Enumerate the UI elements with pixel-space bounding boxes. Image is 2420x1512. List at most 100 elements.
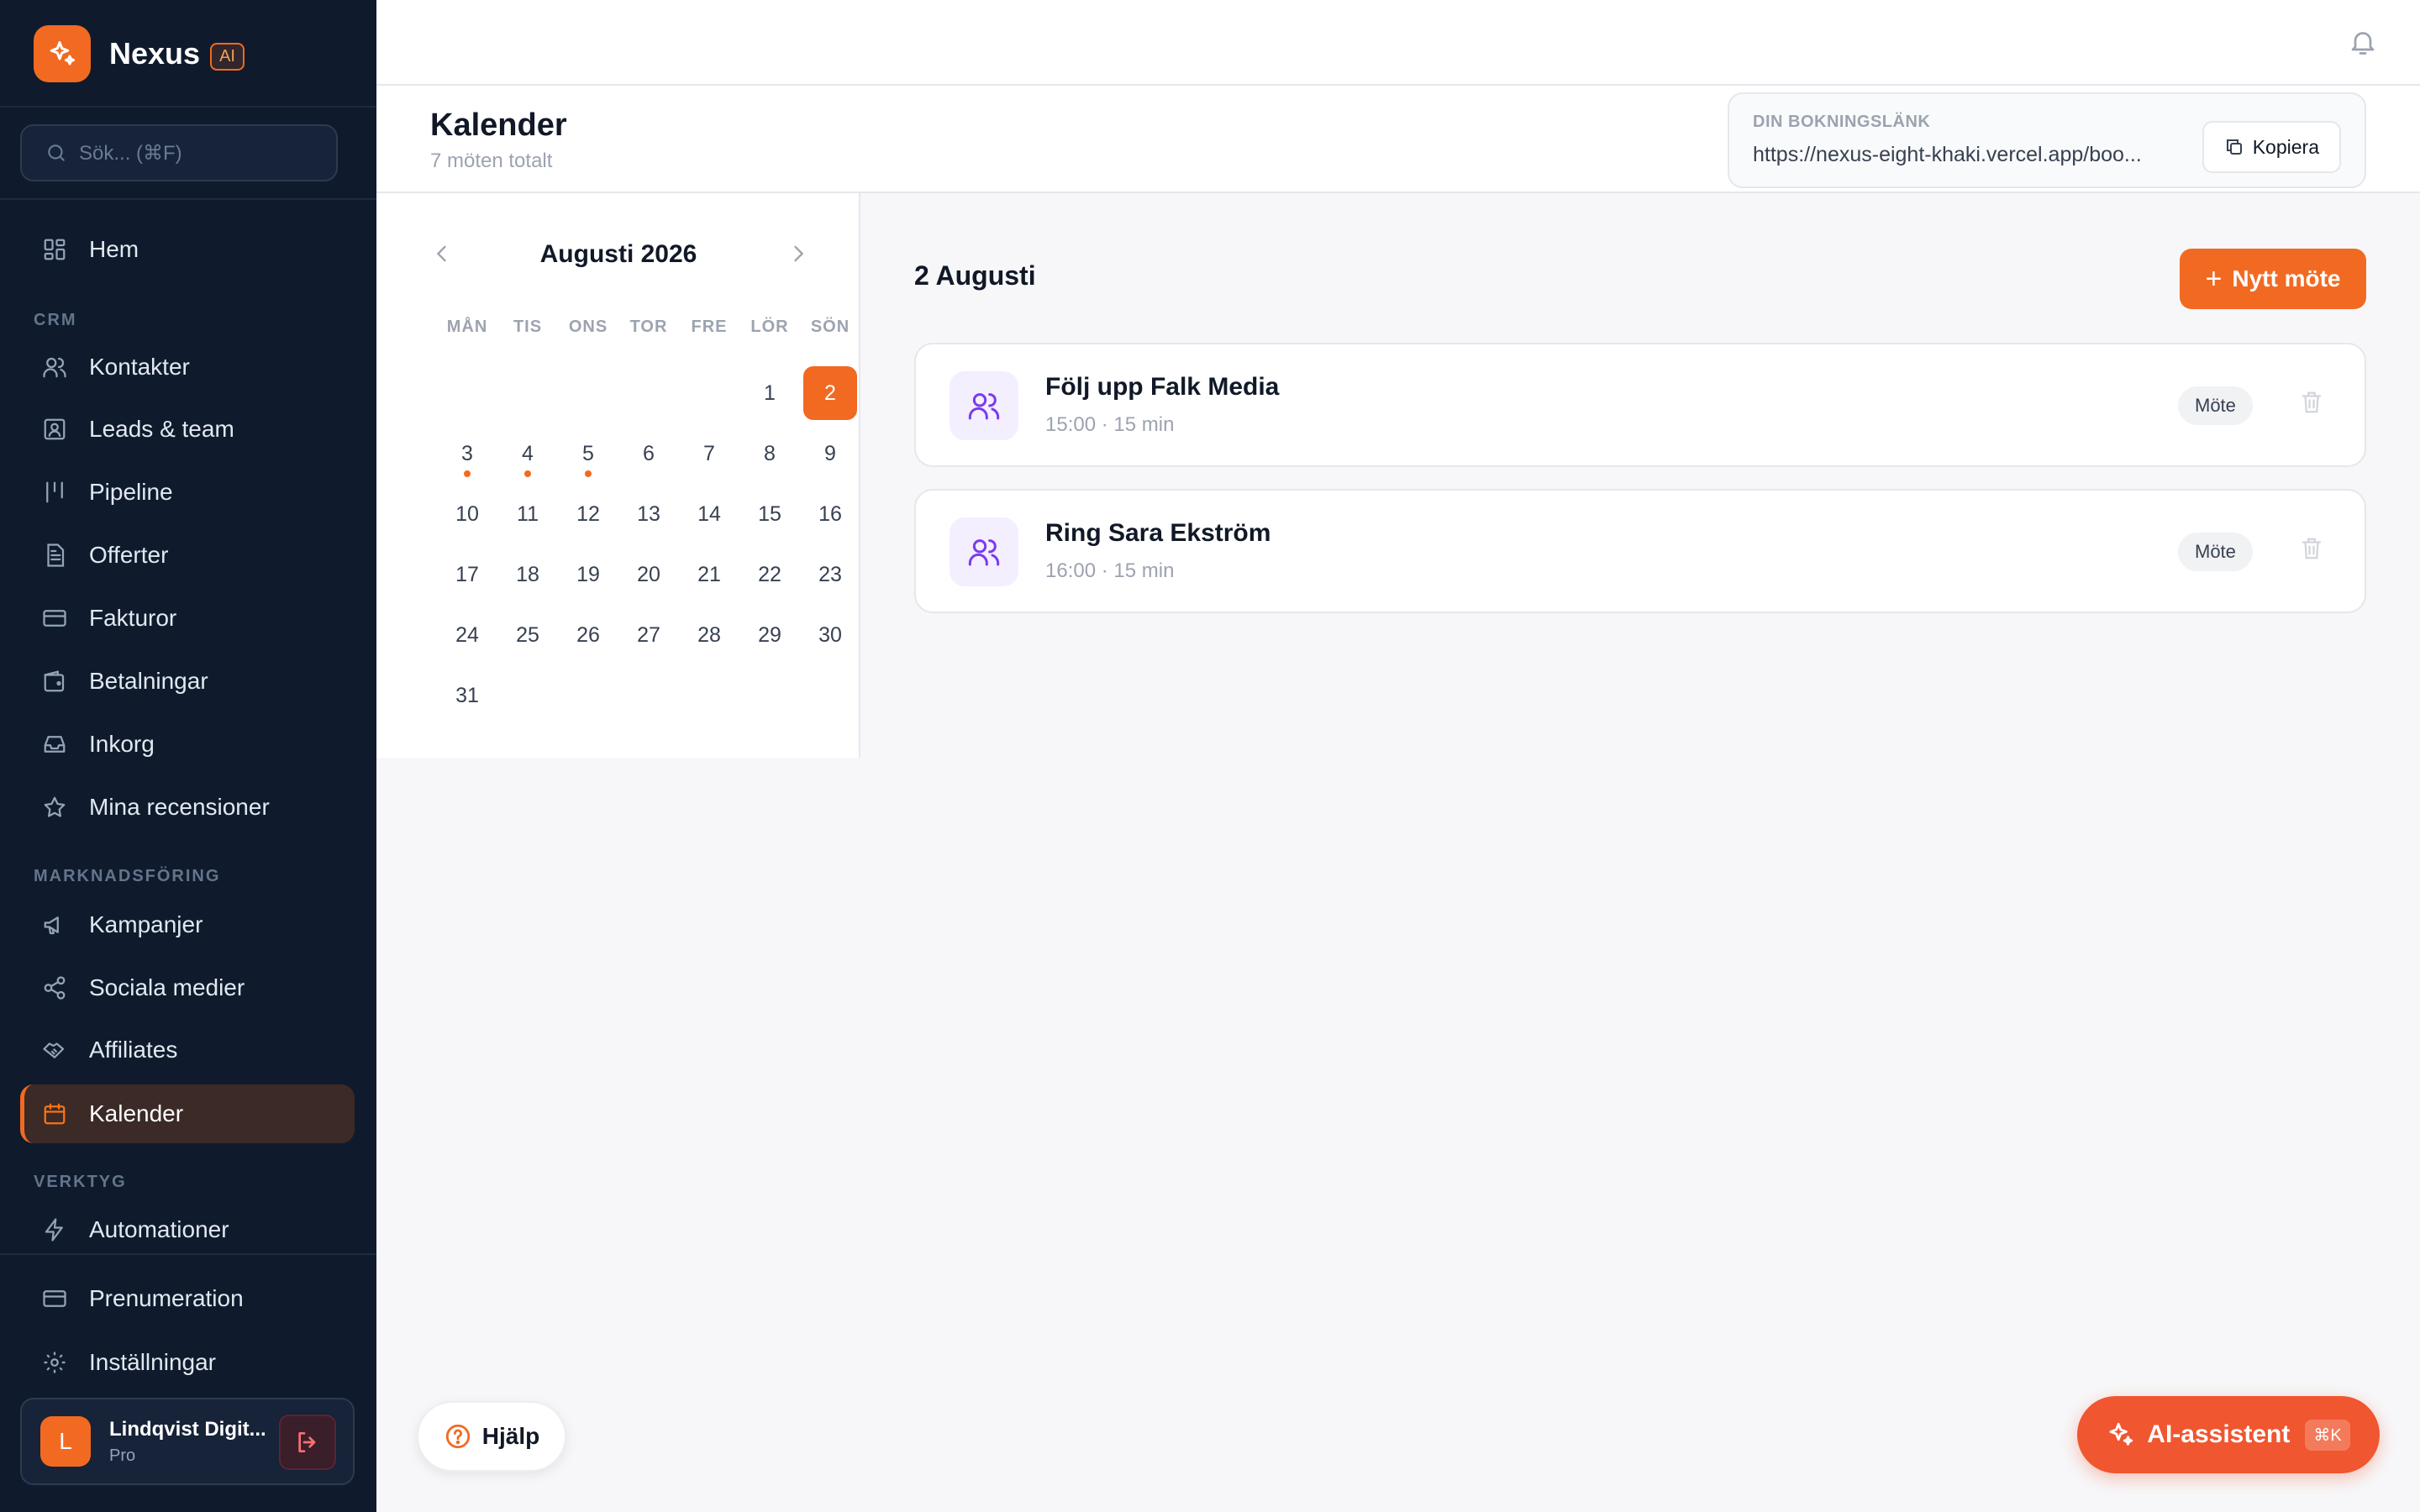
sidebar-item-sociala-medier[interactable]: Sociala medier <box>20 958 355 1017</box>
sidebar-item-label: Prenumeration <box>89 1285 244 1311</box>
calendar-icon <box>40 1100 69 1128</box>
calendar-day[interactable]: 25 <box>501 608 555 662</box>
chevron-right-icon <box>794 245 804 262</box>
calendar-day-selected[interactable]: 2 <box>803 366 857 420</box>
sidebar-item-inkorg[interactable]: Inkorg <box>20 715 355 774</box>
calendar-day[interactable]: 11 <box>501 487 555 541</box>
calendar-day[interactable]: 24 <box>440 608 494 662</box>
calendar-day[interactable]: 19 <box>561 548 615 601</box>
calendar-day[interactable]: 21 <box>682 548 736 601</box>
sidebar-item-leads[interactable]: Leads & team <box>20 400 355 459</box>
section-label-crm: CRM <box>34 311 77 329</box>
inbox-icon <box>40 730 69 759</box>
sidebar-item-kontakter[interactable]: Kontakter <box>20 338 355 396</box>
sidebar-item-prenumeration[interactable]: Prenumeration <box>20 1269 355 1328</box>
handshake-icon <box>40 1036 69 1064</box>
share-icon <box>40 974 69 1002</box>
sparkles-icon <box>34 25 91 82</box>
ai-assistant-button[interactable]: AI-assistent ⌘K <box>2077 1396 2380 1473</box>
search-input[interactable]: Sök... (⌘F) <box>20 124 338 181</box>
calendar-day[interactable]: 20 <box>622 548 676 601</box>
sidebar-item-label: Sociala medier <box>89 974 245 1000</box>
calendar-day[interactable]: 16 <box>803 487 857 541</box>
delete-event-button[interactable] <box>2299 536 2324 565</box>
user-info: Lindqvist Digit... Pro <box>109 1418 277 1466</box>
sidebar-item-label: Affiliates <box>89 1037 178 1063</box>
copy-icon <box>2226 139 2242 155</box>
new-meeting-button[interactable]: + Nytt möte <box>2180 249 2366 309</box>
calendar-day[interactable]: 18 <box>501 548 555 601</box>
event-title: Följ upp Falk Media <box>1045 373 1280 401</box>
calendar-day[interactable]: 26 <box>561 608 615 662</box>
sidebar-item-affiliates[interactable]: Affiliates <box>20 1021 355 1079</box>
booking-link-box: DIN BOKNINGSLÄNK https://nexus-eight-kha… <box>1728 92 2366 188</box>
sidebar-item-label: Offerter <box>89 542 169 568</box>
copy-button[interactable]: Kopiera <box>2202 121 2341 173</box>
page-title: Kalender <box>430 108 567 143</box>
sidebar-item-fakturor[interactable]: Fakturor <box>20 589 355 648</box>
user-plan: Pro <box>109 1446 136 1465</box>
help-button[interactable]: Hjälp <box>417 1401 566 1472</box>
calendar-day[interactable]: 13 <box>622 487 676 541</box>
booking-link-url[interactable]: https://nexus-eight-khaki.vercel.app/boo… <box>1753 143 2190 167</box>
weekday-label: MÅN <box>446 318 488 336</box>
event-card[interactable]: Följ upp Falk Media 15:00 · 15 min Möte <box>914 343 2366 467</box>
gear-icon <box>40 1348 69 1377</box>
sidebar-item-installningar[interactable]: Inställningar <box>20 1333 355 1392</box>
sidebar-item-label: Hem <box>89 236 139 262</box>
calendar-day[interactable]: 23 <box>803 548 857 601</box>
event-card[interactable]: Ring Sara Ekström 16:00 · 15 min Möte <box>914 489 2366 613</box>
sidebar-item-label: Fakturor <box>89 605 177 631</box>
calendar-day[interactable]: 22 <box>743 548 797 601</box>
event-time: 16:00 · 15 min <box>1045 559 1175 582</box>
user-card[interactable]: L Lindqvist Digit... Pro <box>20 1398 355 1485</box>
pipeline-icon <box>40 478 69 507</box>
sidebar-item-kalender[interactable]: Kalender <box>20 1084 355 1143</box>
weekday-label: TIS <box>513 318 543 336</box>
help-label: Hjälp <box>481 1423 540 1449</box>
lightning-icon <box>40 1215 69 1244</box>
event-time: 15:00 · 15 min <box>1045 413 1175 436</box>
sidebar-item-automationer[interactable]: Automationer <box>20 1200 355 1259</box>
brand[interactable]: Nexus AI <box>34 25 245 82</box>
sidebar-item-label: Inkorg <box>89 731 155 757</box>
logout-button[interactable] <box>279 1415 336 1470</box>
calendar-day[interactable]: 12 <box>561 487 615 541</box>
calendar-day[interactable]: 1 <box>743 366 797 420</box>
calendar-day[interactable]: 29 <box>743 608 797 662</box>
weekday-label: LÖR <box>750 318 789 336</box>
calendar-day[interactable]: 10 <box>440 487 494 541</box>
sidebar-item-offerter[interactable]: Offerter <box>20 526 355 585</box>
calendar-day[interactable]: 27 <box>622 608 676 662</box>
sidebar-item-kampanjer[interactable]: Kampanjer <box>20 895 355 954</box>
delete-event-button[interactable] <box>2299 390 2324 419</box>
sidebar-item-label: Automationer <box>89 1216 229 1242</box>
calendar-day[interactable]: 31 <box>440 669 494 722</box>
sparkles-icon <box>2109 1422 2133 1446</box>
month-calendar: Augusti 2026 MÅN TIS ONS TOR FRE LÖR SÖN 12345… <box>376 193 860 758</box>
calendar-day[interactable]: 9 <box>803 427 857 480</box>
calendar-day[interactable]: 7 <box>682 427 736 480</box>
sidebar-item-hem[interactable]: Hem <box>20 220 355 279</box>
trash-icon <box>2302 391 2322 413</box>
weekday-label: TOR <box>629 318 668 336</box>
sidebar-item-pipeline[interactable]: Pipeline <box>20 463 355 522</box>
sidebar-item-betalningar[interactable]: Betalningar <box>20 652 355 711</box>
users-icon <box>40 353 69 381</box>
calendar-day[interactable]: 6 <box>622 427 676 480</box>
calendar-day[interactable]: 30 <box>803 608 857 662</box>
booking-link-label: DIN BOKNINGSLÄNK <box>1753 113 1931 131</box>
calendar-day[interactable]: 17 <box>440 548 494 601</box>
trash-icon <box>2302 538 2322 559</box>
calendar-day[interactable]: 14 <box>682 487 736 541</box>
ai-assistant-label: AI-assistent <box>2147 1420 2291 1448</box>
calendar-day[interactable]: 15 <box>743 487 797 541</box>
divider <box>0 106 376 108</box>
brand-name: Nexus <box>109 36 201 71</box>
weekday-label: ONS <box>568 318 608 336</box>
calendar-day[interactable]: 28 <box>682 608 736 662</box>
calendar-day[interactable]: 8 <box>743 427 797 480</box>
next-month-button[interactable] <box>786 242 810 270</box>
notifications-button[interactable] <box>2348 27 2378 61</box>
sidebar-item-recensioner[interactable]: Mina recensioner <box>20 778 355 837</box>
